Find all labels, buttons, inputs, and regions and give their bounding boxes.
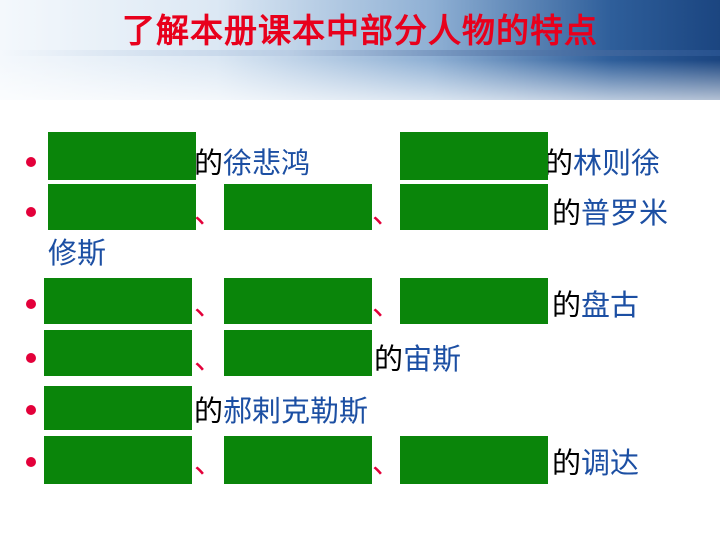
item-1-text: 的徐悲鸿 <box>194 146 311 180</box>
item-2-sep-a: 、 <box>194 196 224 230</box>
slide-title: 了解本册课本中部分人物的特点 <box>122 11 598 50</box>
item-4-sep: 、 <box>194 342 224 376</box>
item-1-text-b: 的林则徐 <box>544 146 661 180</box>
hidden-answer-mask <box>224 184 372 230</box>
item-5-text: 的郝剌克勒斯 <box>194 394 369 428</box>
bullet-icon <box>26 405 36 415</box>
hidden-answer-mask <box>44 330 192 376</box>
hidden-answer-mask <box>400 132 548 180</box>
item-3-text: 的盘古 <box>552 288 640 322</box>
hidden-answer-mask <box>44 436 192 484</box>
bullet-icon <box>26 157 36 167</box>
hidden-answer-mask <box>224 436 372 484</box>
bullet-icon <box>26 299 36 309</box>
hidden-answer-mask <box>48 184 196 230</box>
hidden-answer-mask <box>400 278 548 324</box>
item-6-sep-b: 、 <box>372 446 402 480</box>
slide: 了解本册课本中部分人物的特点 的徐悲鸿 的林则徐 、 、 的普罗米 修斯 、 、… <box>0 0 720 540</box>
hidden-answer-mask <box>224 330 372 376</box>
item-2-text: 的普罗米 <box>552 196 669 230</box>
item-2-sep-b: 、 <box>372 196 402 230</box>
bullet-icon <box>26 207 36 217</box>
hidden-answer-mask <box>44 278 192 324</box>
item-2-wrap: 修斯 <box>48 236 107 270</box>
header-fade <box>0 60 720 120</box>
hidden-answer-mask <box>224 278 372 324</box>
hidden-answer-mask <box>400 184 548 230</box>
item-3-sep-b: 、 <box>372 288 402 322</box>
hidden-answer-mask <box>400 436 548 484</box>
item-6-text: 的调达 <box>552 446 640 480</box>
bullet-icon <box>26 457 36 467</box>
item-4-text: 的宙斯 <box>374 342 462 376</box>
item-3-sep-a: 、 <box>194 288 224 322</box>
item-6-sep-a: 、 <box>194 446 224 480</box>
bullet-icon <box>26 353 36 363</box>
hidden-answer-mask <box>44 386 192 430</box>
hidden-answer-mask <box>48 132 196 180</box>
